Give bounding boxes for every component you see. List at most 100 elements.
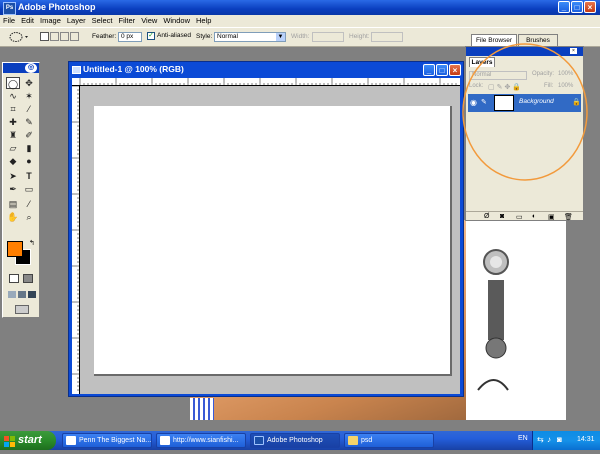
eyedropper-tool-icon[interactable]: ⁄: [22, 198, 36, 210]
antialiased-checkbox[interactable]: ✓: [147, 32, 155, 40]
foreground-color-swatch[interactable]: [7, 241, 23, 257]
chevron-down-icon: ▼: [276, 33, 285, 41]
menu-window[interactable]: Window: [160, 15, 193, 27]
network-icon[interactable]: ⇆: [537, 435, 544, 444]
taskbar: start Penn The Biggest Na... http://www.…: [0, 431, 600, 450]
vertical-ruler[interactable]: [72, 85, 80, 394]
app-title: Adobe Photoshop: [18, 2, 96, 12]
jump-to-imageready-icon[interactable]: [15, 305, 29, 314]
horizontal-ruler[interactable]: [72, 78, 460, 86]
doc-minimize-button[interactable]: _: [423, 64, 435, 76]
document-title: Untitled-1 @ 100% (RGB): [83, 64, 184, 74]
adjustment-layer-icon[interactable]: ◐: [532, 213, 536, 220]
shape-tool-icon[interactable]: ▭: [22, 183, 36, 195]
style-label: Style:: [196, 33, 213, 40]
browser-icon: [160, 436, 170, 445]
menu-help[interactable]: Help: [193, 15, 214, 27]
volume-icon[interactable]: ♪: [547, 435, 551, 444]
quick-mask-mode-icon[interactable]: [23, 274, 33, 283]
pen-tool-icon[interactable]: ✒: [6, 183, 20, 195]
intersect-selection-button[interactable]: [70, 32, 79, 41]
style-select[interactable]: Normal ▼: [214, 32, 286, 42]
subtract-selection-button[interactable]: [60, 32, 69, 41]
add-selection-button[interactable]: [50, 32, 59, 41]
menu-image[interactable]: Image: [37, 15, 64, 27]
tools-palette-title-bar[interactable]: ◎: [3, 63, 39, 73]
ellipse-marquee-icon: [9, 32, 28, 42]
screen-mode-full-icon[interactable]: [28, 291, 36, 298]
maximize-button[interactable]: □: [571, 1, 583, 13]
tray-app-icon[interactable]: ◙: [557, 435, 562, 444]
new-selection-button[interactable]: [40, 32, 49, 41]
selection-mode-buttons: [40, 32, 82, 43]
swap-colors-icon[interactable]: ↰: [29, 239, 35, 247]
zoom-tool-icon[interactable]: ⌕: [22, 211, 36, 223]
layers-bottom-toolbar: Ø ◙ ▭ ◐ ▣ 🗑: [466, 211, 583, 221]
menu-select[interactable]: Select: [89, 15, 116, 27]
new-group-icon[interactable]: ▭: [516, 213, 523, 221]
menu-file[interactable]: File: [0, 15, 18, 27]
menu-edit[interactable]: Edit: [18, 15, 37, 27]
lasso-tool-icon[interactable]: ∿: [6, 90, 20, 102]
windows-logo-icon: [4, 435, 15, 447]
tool-preset-picker[interactable]: [8, 30, 32, 44]
layer-style-icon[interactable]: Ø: [484, 213, 489, 220]
slice-tool-icon[interactable]: ⁄: [22, 103, 36, 115]
history-brush-tool-icon[interactable]: ✐: [22, 129, 36, 141]
trash-icon[interactable]: 🗑: [564, 213, 573, 221]
width-label: Width:: [291, 33, 310, 40]
layer-mask-icon[interactable]: ◙: [500, 213, 504, 220]
taskbar-item-sianfishing[interactable]: http://www.sianfishi...: [156, 433, 246, 448]
document-canvas-area: [72, 78, 460, 394]
antialiased-label: Anti-aliased: [157, 32, 191, 39]
standard-mode-icon[interactable]: [9, 274, 19, 283]
menu-view[interactable]: View: [138, 15, 160, 27]
highlight-circle: [462, 43, 588, 181]
feather-input[interactable]: 0 px: [118, 32, 142, 42]
tools-palette: ◎ ◯ ✥ ∿ ✶ ⌗ ⁄ ✚ ✎ ♜ ✐ ▱ ▮ ◆ ● ➤ T ✒ ▭ ▤ …: [2, 62, 40, 318]
height-input[interactable]: [371, 32, 403, 42]
document-icon: [72, 66, 81, 74]
move-tool-icon[interactable]: ✥: [22, 77, 36, 89]
document-window: Untitled-1 @ 100% (RGB) _ □ ×: [68, 61, 464, 397]
healing-brush-tool-icon[interactable]: ✚: [6, 116, 20, 128]
start-label: start: [18, 434, 42, 446]
menu-layer[interactable]: Layer: [64, 15, 89, 27]
crop-tool-icon[interactable]: ⌗: [6, 103, 20, 115]
taskbar-item-photoshop[interactable]: Adobe Photoshop: [250, 433, 340, 448]
gradient-tool-icon[interactable]: ▮: [22, 142, 36, 154]
minimize-button[interactable]: _: [558, 1, 570, 13]
feather-label: Feather:: [92, 33, 117, 40]
magic-wand-tool-icon[interactable]: ✶: [22, 90, 36, 102]
photoshop-logo-icon: Ps: [3, 2, 16, 15]
tool-grid: ◯ ✥ ∿ ✶ ⌗ ⁄ ✚ ✎ ♜ ✐ ▱ ▮ ◆ ● ➤ T ✒ ▭ ▤ ⁄ …: [6, 77, 38, 222]
marquee-tool-icon[interactable]: ◯: [6, 77, 20, 89]
notes-tool-icon[interactable]: ▤: [6, 198, 20, 210]
app-title-bar: Ps Adobe Photoshop _ □ ×: [0, 0, 600, 15]
height-label: Height:: [349, 33, 370, 40]
taskbar-item-label: Penn The Biggest Na...: [79, 437, 152, 444]
start-button[interactable]: start: [0, 431, 56, 450]
width-input[interactable]: [312, 32, 344, 42]
eraser-tool-icon[interactable]: ▱: [6, 142, 20, 154]
new-layer-icon[interactable]: ▣: [548, 213, 555, 221]
machine-mechanism-image: [474, 240, 514, 400]
type-tool-icon[interactable]: T: [22, 170, 36, 182]
language-indicator[interactable]: EN: [518, 435, 528, 442]
menu-filter[interactable]: Filter: [116, 15, 139, 27]
doc-maximize-button[interactable]: □: [436, 64, 448, 76]
blur-tool-icon[interactable]: ◆: [6, 155, 20, 167]
dodge-tool-icon[interactable]: ●: [22, 155, 36, 167]
taskbar-item-psd[interactable]: psd: [344, 433, 434, 448]
path-selection-tool-icon[interactable]: ➤: [6, 170, 20, 182]
clone-stamp-tool-icon[interactable]: ♜: [6, 129, 20, 141]
screen-mode-standard-icon[interactable]: [8, 291, 16, 298]
blank-canvas[interactable]: [94, 106, 452, 376]
close-button[interactable]: ×: [584, 1, 596, 13]
taskbar-item-penn[interactable]: Penn The Biggest Na...: [62, 433, 152, 448]
menu-bar: File Edit Image Layer Select Filter View Window…: [0, 15, 600, 27]
hand-tool-icon[interactable]: ✋: [6, 211, 20, 223]
brush-tool-icon[interactable]: ✎: [22, 116, 36, 128]
taskbar-item-label: Adobe Photoshop: [267, 437, 323, 444]
screen-mode-full-menu-icon[interactable]: [18, 291, 26, 298]
